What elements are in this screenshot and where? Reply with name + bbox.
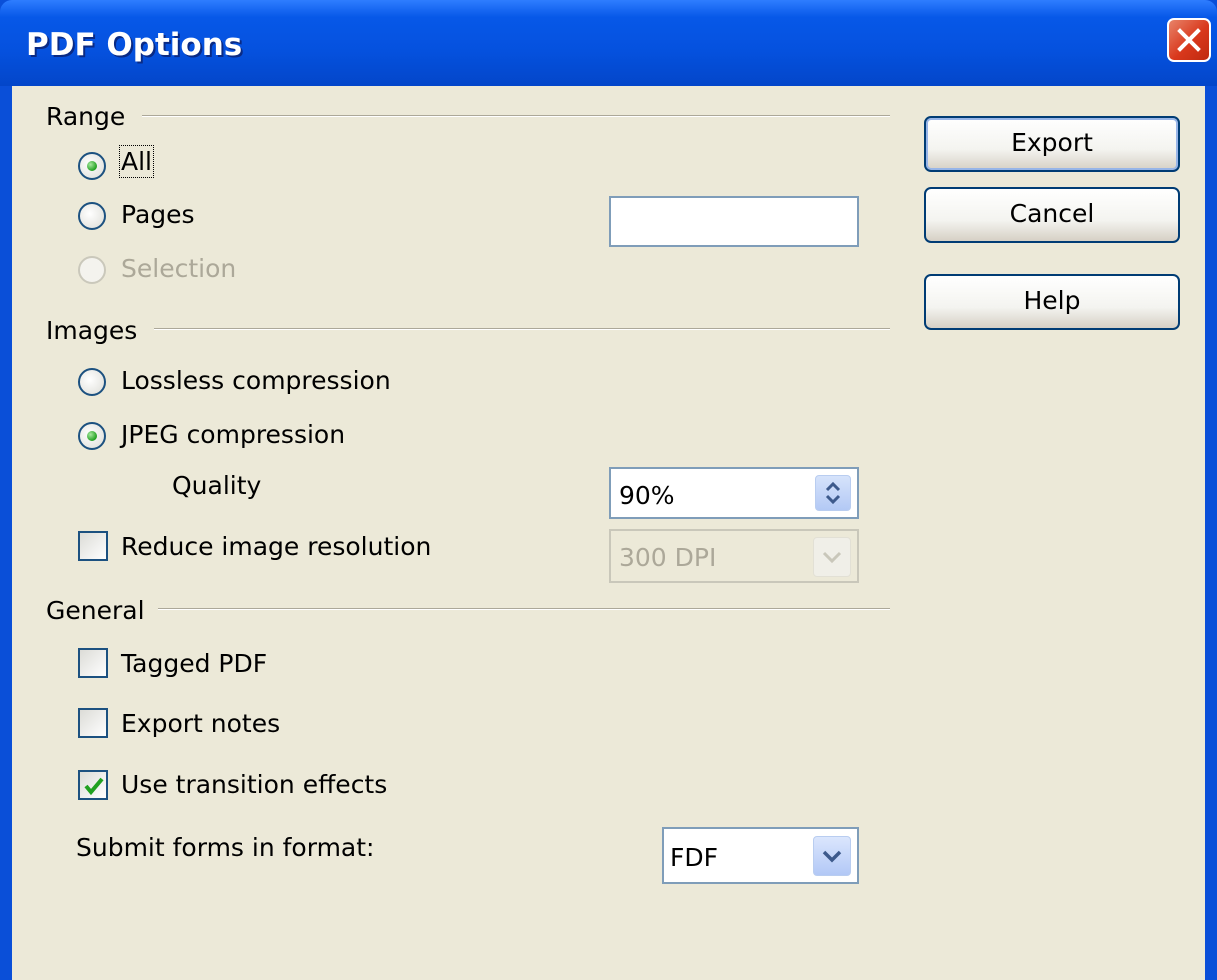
spin-arrows-icon xyxy=(825,481,841,505)
range-heading: Range xyxy=(46,102,126,131)
range-selection-radio xyxy=(78,256,106,284)
quality-value: 90% xyxy=(619,481,675,510)
transition-effects-label[interactable]: Use transition effects xyxy=(121,770,387,799)
chevron-down-icon xyxy=(822,551,842,564)
reduce-resolution-label[interactable]: Reduce image resolution xyxy=(121,532,431,561)
general-separator xyxy=(158,608,890,610)
range-pages-label[interactable]: Pages xyxy=(121,200,195,229)
lossless-radio[interactable] xyxy=(78,368,106,396)
quality-label: Quality xyxy=(172,471,262,500)
resolution-value: 300 DPI xyxy=(619,543,717,572)
range-pages-radio[interactable] xyxy=(78,202,106,230)
lossless-label[interactable]: Lossless compression xyxy=(121,366,391,395)
tagged-pdf-label[interactable]: Tagged PDF xyxy=(121,649,267,678)
submit-format-label: Submit forms in format: xyxy=(76,833,375,862)
range-separator xyxy=(142,115,890,117)
resolution-dropdown: 300 DPI xyxy=(609,529,859,583)
range-all-radio[interactable] xyxy=(78,152,106,180)
resolution-dropdown-button xyxy=(813,537,851,577)
cancel-button[interactable]: Cancel xyxy=(924,187,1180,243)
export-notes-label[interactable]: Export notes xyxy=(121,709,280,738)
submit-format-dropdown-button[interactable] xyxy=(813,836,851,876)
range-all-label[interactable]: All xyxy=(119,145,154,178)
images-separator xyxy=(154,328,890,330)
dialog-title: PDF Options xyxy=(26,27,243,63)
export-notes-checkbox[interactable] xyxy=(78,708,108,738)
close-button[interactable] xyxy=(1167,18,1211,62)
title-bar[interactable]: PDF Options xyxy=(0,0,1217,86)
quality-spinbox[interactable]: 90% xyxy=(609,467,859,519)
submit-format-dropdown[interactable]: FDF xyxy=(662,827,859,884)
jpeg-radio[interactable] xyxy=(78,422,106,450)
images-heading: Images xyxy=(46,316,138,345)
chevron-down-icon xyxy=(822,850,842,863)
submit-format-value: FDF xyxy=(670,843,719,872)
dialog-content: Range All Pages Selection Images Lossles… xyxy=(12,86,1205,980)
range-selection-label: Selection xyxy=(121,254,237,283)
pages-input[interactable] xyxy=(609,196,859,247)
help-button[interactable]: Help xyxy=(924,274,1180,330)
transition-effects-checkbox[interactable] xyxy=(78,770,108,800)
reduce-resolution-checkbox[interactable] xyxy=(78,531,108,561)
pdf-options-dialog: PDF Options Range All Pages Selection Im… xyxy=(0,0,1217,980)
quality-spin-buttons[interactable] xyxy=(815,475,851,511)
export-button[interactable]: Export xyxy=(924,116,1180,172)
jpeg-label[interactable]: JPEG compression xyxy=(121,420,345,449)
general-heading: General xyxy=(46,596,145,625)
checkmark-icon xyxy=(84,777,104,796)
close-icon xyxy=(1177,28,1201,52)
tagged-pdf-checkbox[interactable] xyxy=(78,648,108,678)
